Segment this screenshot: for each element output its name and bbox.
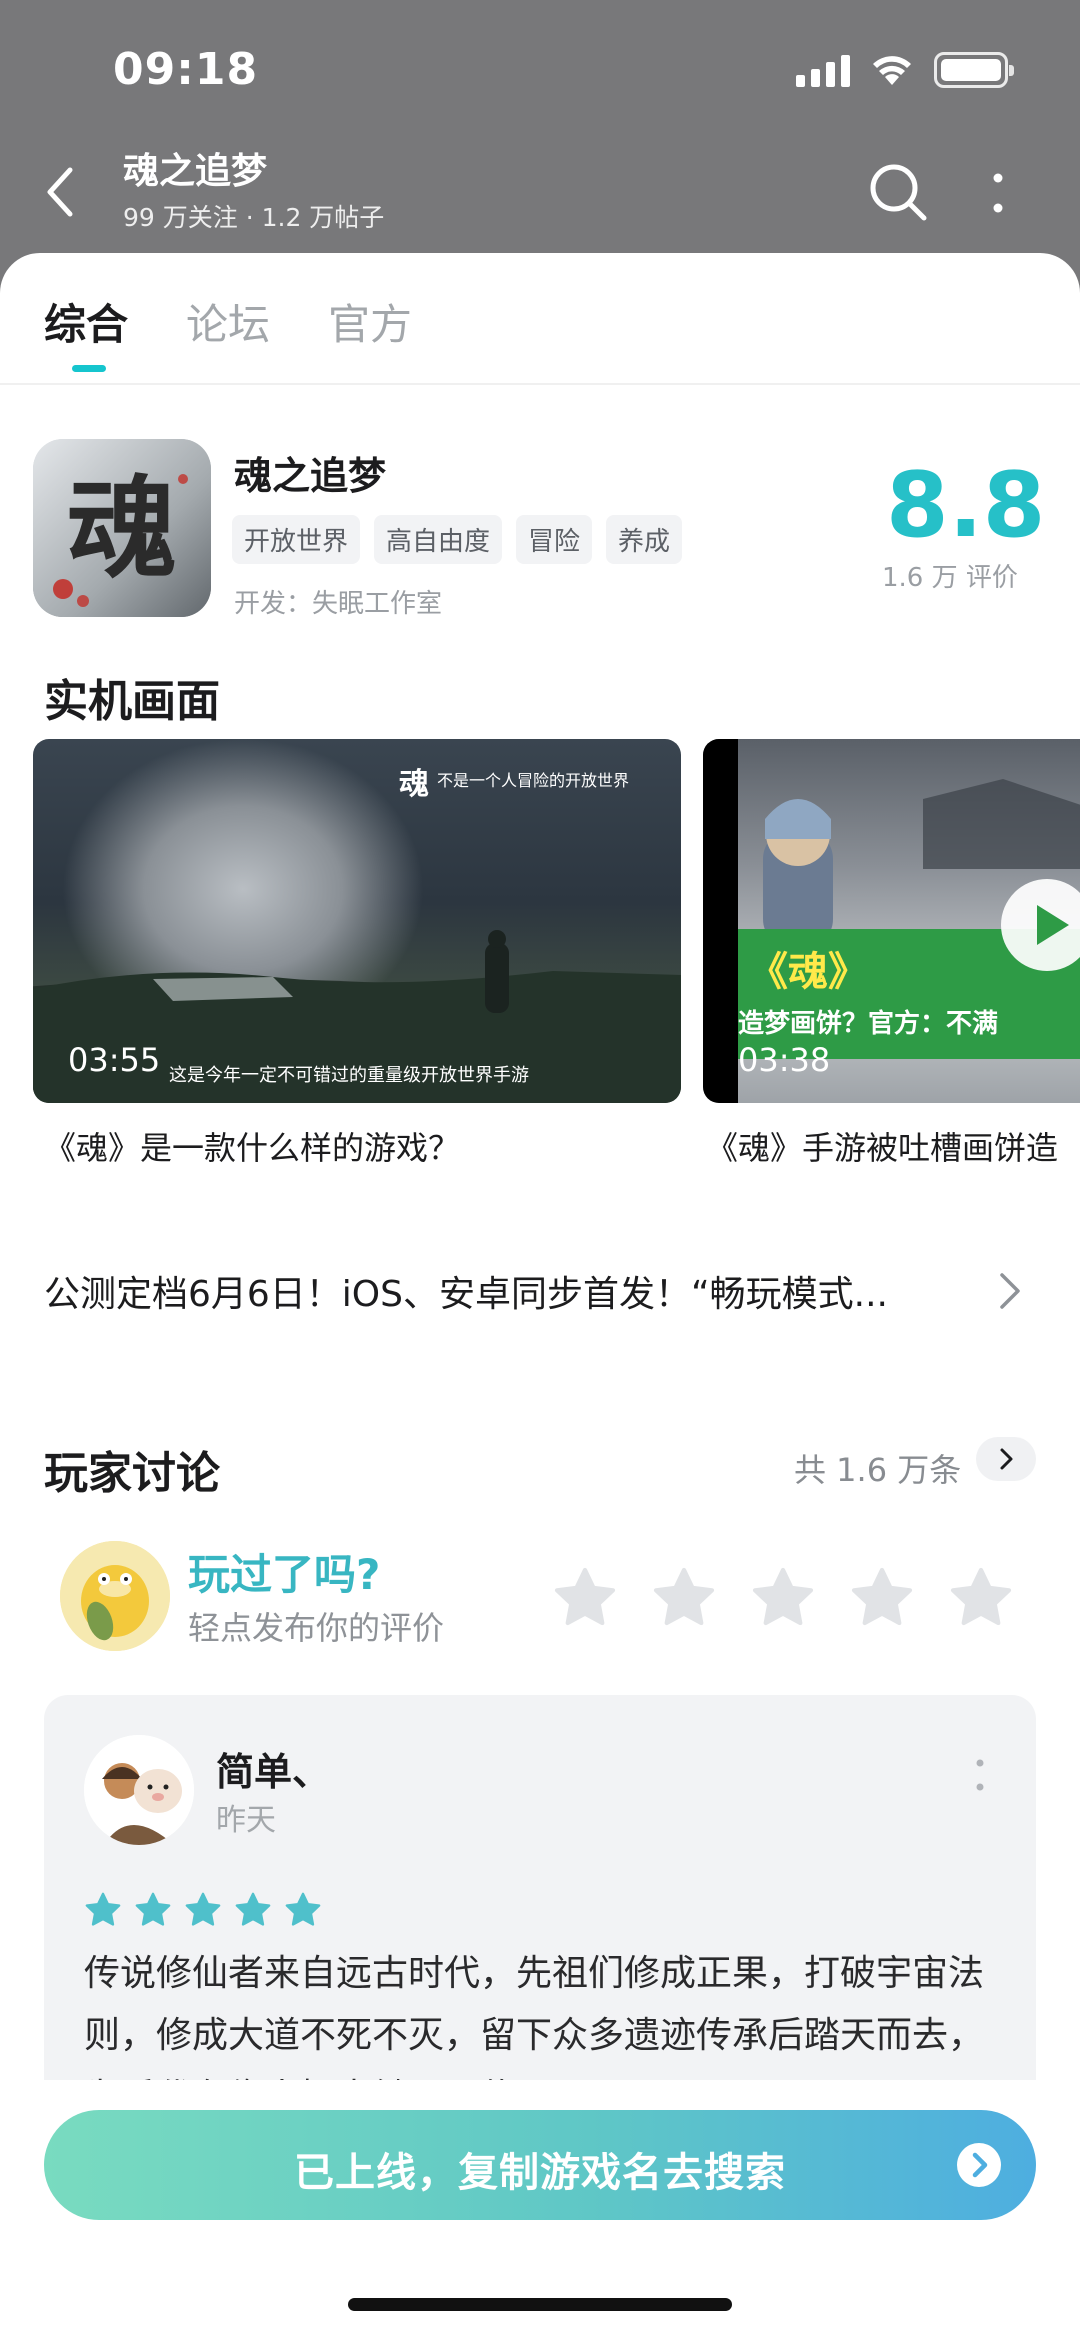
copy-search-button[interactable]: 已上线，复制游戏名去搜索 (44, 2110, 1036, 2220)
video-title[interactable]: 《魂》手游被吐槽画饼造 (706, 1123, 1058, 1169)
chevron-right-icon (1000, 1273, 1020, 1309)
nav-subtitle: 99 万关注 · 1.2 万帖子 (123, 203, 385, 232)
game-icon: 魂 (33, 439, 211, 617)
star-filled-icon (235, 1892, 271, 1926)
main-sheet: 综合 论坛 官方 魂 魂之追梦 开放世界 高自由度 冒险 养成 开发：失眠工作室 (0, 253, 1080, 1383)
home-indicator (348, 2298, 732, 2311)
review-stars (84, 1891, 322, 1929)
game-icon-glyph: 魂 (67, 464, 177, 593)
video-caption: 这是今年一定不可错过的重量级开放世界手游 (169, 1065, 529, 1086)
wifi-icon (873, 56, 911, 85)
tab-bar: 综合 论坛 官方 (0, 253, 1080, 385)
game-tag[interactable]: 养成 (606, 515, 683, 564)
star-empty-icon[interactable] (750, 1565, 816, 1631)
battery-icon (934, 52, 1014, 88)
game-tag[interactable]: 开放世界 (232, 515, 361, 564)
cta-label: 已上线，复制游戏名去搜索 (294, 2150, 786, 2196)
game-tag[interactable]: 高自由度 (374, 515, 503, 564)
star-filled-icon (135, 1892, 171, 1926)
video-duration: 03:55 (68, 1041, 161, 1079)
screenshots-title: 实机画面 (44, 676, 220, 727)
star-filled-icon (185, 1892, 221, 1926)
status-time: 09:18 (113, 44, 259, 95)
video-overlay-logo: 魂 (399, 767, 429, 802)
tab-overview[interactable]: 综合 (44, 291, 128, 352)
status-bar: 09:18 (0, 0, 1080, 140)
star-empty-icon[interactable] (948, 1565, 1014, 1631)
nav-title: 魂之追梦 (123, 151, 268, 192)
rate-prompt-hint: 轻点发布你的评价 (188, 1609, 445, 1647)
rating-stars[interactable] (552, 1565, 1014, 1631)
game-tags: 开放世界 高自由度 冒险 养成 (232, 515, 683, 564)
play-icon[interactable] (999, 877, 1080, 973)
star-filled-icon (285, 1892, 321, 1926)
reviewer-avatar[interactable] (84, 1735, 194, 1845)
video-band-text: 造梦画饼？官方：不满 (738, 1009, 999, 1039)
star-empty-icon[interactable] (651, 1565, 717, 1631)
rate-prompt-title[interactable]: 玩过了吗? (188, 1541, 380, 1602)
chevron-right-icon (1000, 1448, 1013, 1470)
back-icon[interactable] (40, 162, 84, 222)
star-empty-icon[interactable] (552, 1565, 618, 1631)
review-time: 昨天 (216, 1803, 276, 1838)
video-band-title: 《魂》 (748, 949, 868, 995)
announcement-text: 公测定档6月6日！iOS、安卓同步首发！“畅玩模式... (44, 1274, 888, 1315)
cellular-signal-icon (796, 53, 850, 87)
review-card[interactable]: 简单、 昨天 传说修仙者来自远古时代，先祖们修成正果，打破宇宙法则，修成大道不死… (44, 1695, 1036, 2115)
more-vertical-icon[interactable] (974, 1755, 986, 1795)
discussion-total[interactable]: 共 1.6 万条 (794, 1445, 961, 1491)
game-tag[interactable]: 冒险 (516, 515, 593, 564)
developer-label[interactable]: 开发：失眠工作室 (234, 583, 442, 620)
nav-bar: 魂之追梦 99 万关注 · 1.2 万帖子 (0, 140, 1080, 250)
tab-indicator (72, 365, 106, 372)
discussion-title: 玩家讨论 (44, 1448, 220, 1499)
rating-count: 1.6 万 评价 (882, 563, 1018, 593)
video-card[interactable]: 《魂》 造梦画饼？官方：不满 03:38 (703, 739, 1080, 1103)
video-title[interactable]: 《魂》是一款什么样的游戏？ (44, 1123, 460, 1169)
announcement-card[interactable]: 公测定档6月6日！iOS、安卓同步首发！“畅玩模式... (0, 1223, 1080, 1359)
game-name: 魂之追梦 (234, 454, 387, 498)
discussion-more-button[interactable] (976, 1437, 1036, 1481)
search-icon[interactable] (866, 160, 932, 226)
arrow-right-circle-icon (957, 2143, 1001, 2187)
tab-official[interactable]: 官方 (328, 291, 412, 352)
game-score: 8.8 (886, 453, 1046, 558)
tab-forum[interactable]: 论坛 (186, 291, 270, 352)
more-vertical-icon[interactable] (980, 162, 1016, 224)
video-overlay-text: 不是一个人冒险的开放世界 (437, 771, 630, 790)
status-icons (796, 52, 1014, 88)
reviewer-name[interactable]: 简单、 (216, 1741, 330, 1796)
star-filled-icon (85, 1892, 121, 1926)
user-avatar[interactable] (60, 1541, 170, 1651)
star-empty-icon[interactable] (849, 1565, 915, 1631)
video-duration: 03:38 (738, 1041, 831, 1079)
video-card[interactable]: 魂 不是一个人冒险的开放世界 03:55 这是今年一定不可错过的重量级开放世界手… (33, 739, 681, 1103)
